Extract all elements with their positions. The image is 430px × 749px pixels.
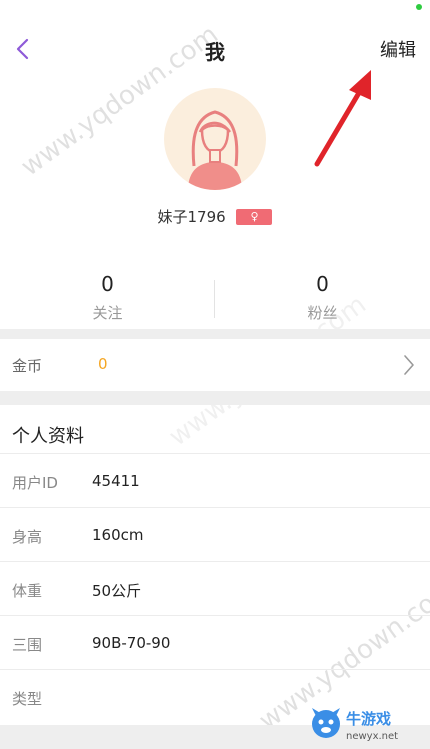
edit-button[interactable]: 编辑 (380, 36, 416, 62)
field-row-weight: 体重 50公斤 (0, 561, 430, 616)
section-gap (0, 391, 430, 405)
coins-value: 0 (98, 355, 108, 373)
following-label: 关注 (92, 304, 123, 322)
avatar[interactable] (164, 88, 266, 190)
field-label: 体重 (12, 582, 43, 600)
logo-url: newyx.net (346, 731, 398, 742)
field-label: 用户ID (12, 474, 58, 492)
site-logo: 牛游戏 newyx.net (312, 708, 398, 742)
field-row-measurements: 三围 90B-70-90 (0, 615, 430, 670)
female-gender-badge: ♀ (236, 208, 273, 225)
personal-info-title: 个人资料 (12, 426, 84, 447)
chevron-right-icon (404, 355, 414, 375)
page-title: 我 (205, 40, 225, 64)
user-name-row: 妹子1796 ♀ (0, 206, 430, 227)
follow-stats: 0 关注 0 粉丝 (0, 272, 430, 328)
red-arrow-annotation (314, 70, 371, 167)
following-stat[interactable]: 0 关注 (0, 272, 215, 323)
field-row-user-id: 用户ID 45411 (0, 453, 430, 508)
coins-label: 金币 (12, 357, 43, 375)
field-value: 45411 (92, 472, 140, 490)
field-value: 160cm (92, 526, 144, 544)
field-label: 身高 (12, 528, 43, 546)
coins-row[interactable]: 金币 0 (0, 339, 430, 391)
field-value: 50公斤 (92, 582, 142, 600)
followers-label: 粉丝 (307, 304, 338, 322)
section-gap (0, 329, 430, 339)
logo-name: 牛游戏 (346, 710, 391, 728)
field-label: 类型 (12, 690, 43, 708)
status-indicator (416, 4, 422, 10)
followers-stat[interactable]: 0 粉丝 (215, 272, 430, 323)
field-row-height: 身高 160cm (0, 507, 430, 562)
followers-count: 0 (316, 272, 329, 296)
field-label: 三围 (12, 636, 43, 654)
username: 妹子1796 (157, 208, 226, 226)
field-value: 90B-70-90 (92, 634, 171, 652)
female-avatar-icon (188, 110, 242, 190)
following-count: 0 (101, 272, 114, 296)
